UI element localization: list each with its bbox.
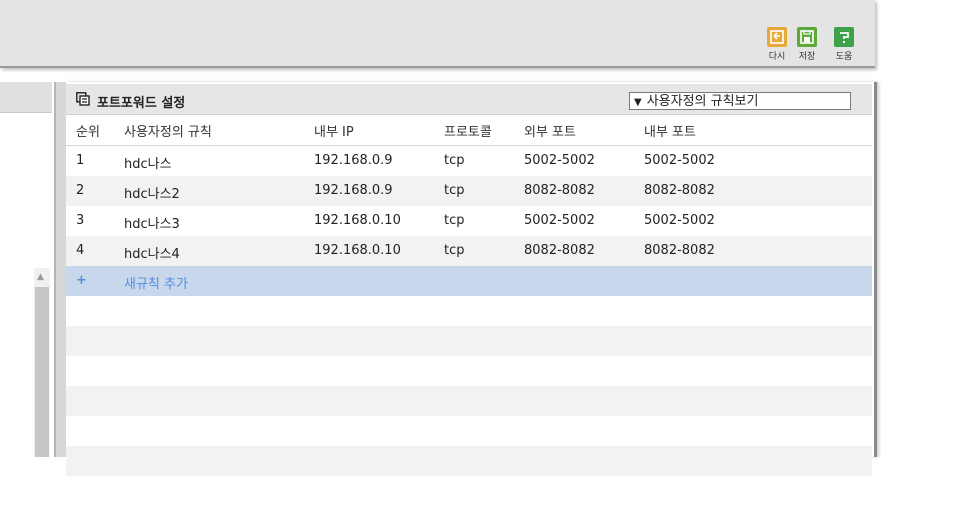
cell-external-port: 5002-5002	[524, 153, 595, 168]
table-header: 순위 사용자정의 규칙 내부 IP 프로토콜 외부 포트 내부 포트	[66, 115, 872, 146]
panel-gutter	[56, 82, 66, 457]
help-icon	[834, 27, 854, 47]
column-header-rule: 사용자정의 규칙	[124, 125, 212, 140]
table-row[interactable]: 3 hdc나스3 192.168.0.10 tcp 5002-5002 5002…	[66, 206, 872, 236]
cell-protocol: tcp	[444, 243, 465, 258]
chevron-down-icon: ▼	[634, 97, 642, 108]
add-rule-label[interactable]: 새규칙 추가	[124, 273, 188, 292]
empty-row	[66, 356, 872, 386]
cell-internal-port: 5002-5002	[644, 153, 715, 168]
port-forward-panel: 포트포워드 설정 ▼ 사용자정의 규칙보기 순위 사용자정의 규칙 내부 IP 프…	[66, 82, 877, 476]
left-panel-header	[0, 82, 52, 113]
table-row[interactable]: 2 hdc나스2 192.168.0.9 tcp 8082-8082 8082-…	[66, 176, 872, 206]
copy-icon	[76, 92, 90, 106]
empty-row	[66, 416, 872, 446]
cell-internal-port: 5002-5002	[644, 213, 715, 228]
panel-header: 포트포워드 설정 ▼ 사용자정의 규칙보기	[66, 84, 872, 115]
top-toolbar: 다시 저장 도움	[0, 0, 875, 68]
empty-row	[66, 326, 872, 356]
empty-row	[66, 476, 872, 506]
cell-internal-port: 8082-8082	[644, 183, 715, 198]
cell-rank: 2	[76, 183, 85, 198]
panel-title: 포트포워드 설정	[97, 96, 186, 111]
rule-view-select-value: 사용자정의 규칙보기	[646, 94, 759, 109]
column-header-protocol: 프로토콜	[444, 125, 492, 140]
add-icon[interactable]: +	[76, 273, 87, 288]
reload-icon	[767, 27, 787, 47]
column-header-internal-ip: 내부 IP	[314, 125, 354, 140]
save-icon	[797, 27, 817, 47]
cell-rank: 1	[76, 153, 85, 168]
help-label: 도움	[835, 52, 853, 62]
cell-rule-name: hdc나스	[124, 157, 172, 172]
cell-internal-ip: 192.168.0.9	[314, 153, 393, 168]
help-button[interactable]: 도움	[831, 27, 857, 62]
cell-rule-name: hdc나스2	[124, 187, 180, 202]
cell-rule-name: hdc나스4	[124, 247, 180, 262]
cell-protocol: tcp	[444, 183, 465, 198]
scrollbar-thumb[interactable]	[35, 287, 49, 457]
cell-protocol: tcp	[444, 213, 465, 228]
cell-external-port: 8082-8082	[524, 243, 595, 258]
empty-row	[66, 446, 872, 476]
table-row[interactable]: 4 hdc나스4 192.168.0.10 tcp 8082-8082 8082…	[66, 236, 872, 266]
column-header-external-port: 외부 포트	[524, 125, 576, 140]
save-label: 저장	[798, 52, 816, 62]
cell-internal-ip: 192.168.0.10	[314, 213, 401, 228]
table-row[interactable]: 1 hdc나스 192.168.0.9 tcp 5002-5002 5002-5…	[66, 146, 872, 176]
cell-rank: 3	[76, 213, 85, 228]
cell-rule-name: hdc나스3	[124, 217, 180, 232]
reload-button[interactable]: 다시	[764, 27, 790, 62]
cell-internal-ip: 192.168.0.9	[314, 183, 393, 198]
reload-label: 다시	[768, 52, 786, 62]
column-header-rank: 순위	[76, 125, 100, 140]
add-rule-row[interactable]: + 새규칙 추가	[66, 266, 872, 296]
cell-internal-port: 8082-8082	[644, 243, 715, 258]
scroll-up-icon[interactable]: ▲	[37, 272, 44, 282]
cell-external-port: 5002-5002	[524, 213, 595, 228]
column-header-internal-port: 내부 포트	[644, 125, 696, 140]
empty-row	[66, 296, 872, 326]
left-scrollbar[interactable]: ▲	[34, 268, 50, 457]
cell-rank: 4	[76, 243, 85, 258]
cell-internal-ip: 192.168.0.10	[314, 243, 401, 258]
save-button[interactable]: 저장	[794, 27, 820, 62]
rule-view-select[interactable]: ▼ 사용자정의 규칙보기	[629, 92, 851, 110]
empty-row	[66, 386, 872, 416]
cell-external-port: 8082-8082	[524, 183, 595, 198]
cell-protocol: tcp	[444, 153, 465, 168]
table-body: 1 hdc나스 192.168.0.9 tcp 5002-5002 5002-5…	[66, 146, 872, 506]
